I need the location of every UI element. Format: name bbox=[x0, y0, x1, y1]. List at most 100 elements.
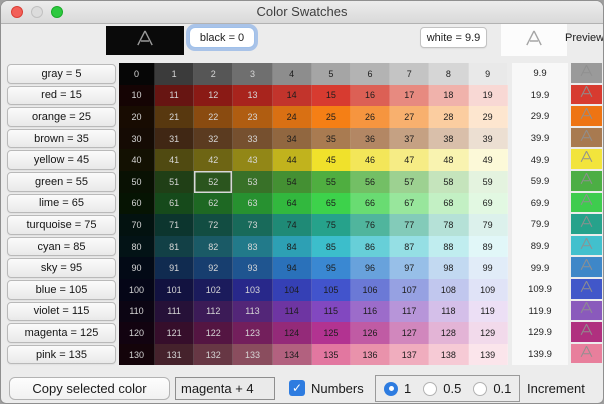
swatch-cell-35[interactable]: 35 bbox=[312, 128, 351, 150]
swatch-cell-139[interactable]: 139 bbox=[469, 344, 508, 366]
swatch-cell-75[interactable]: 75 bbox=[312, 214, 351, 236]
swatch-cell-108[interactable]: 108 bbox=[429, 279, 468, 301]
swatch-cell-134[interactable]: 134 bbox=[273, 344, 312, 366]
swatch-cell-114[interactable]: 114 bbox=[273, 301, 312, 323]
swatch-cell-73[interactable]: 73 bbox=[233, 214, 272, 236]
swatch-cell-70[interactable]: 70 bbox=[119, 214, 155, 236]
swatch-cell-67[interactable]: 67 bbox=[390, 193, 429, 215]
swatch-cell-122[interactable]: 122 bbox=[194, 322, 233, 344]
swatch-cell-85[interactable]: 85 bbox=[312, 236, 351, 258]
swatch-cell-68[interactable]: 68 bbox=[429, 193, 468, 215]
swatch-cell-38[interactable]: 38 bbox=[429, 128, 468, 150]
swatch-cell-131[interactable]: 131 bbox=[155, 344, 194, 366]
swatch-cell-81[interactable]: 81 bbox=[155, 236, 194, 258]
swatch-cell-31[interactable]: 31 bbox=[155, 128, 194, 150]
swatch-cell-36[interactable]: 36 bbox=[351, 128, 390, 150]
sidebar-item-yellow[interactable]: yellow = 45 bbox=[7, 150, 116, 170]
swatch-cell-4[interactable]: 4 bbox=[273, 63, 312, 85]
numbers-checkbox[interactable]: ✓ bbox=[289, 380, 305, 396]
swatch-cell-20[interactable]: 20 bbox=[119, 106, 155, 128]
swatch-cell-82[interactable]: 82 bbox=[194, 236, 233, 258]
swatch-cell-132[interactable]: 132 bbox=[194, 344, 233, 366]
swatch-cell-98[interactable]: 98 bbox=[429, 257, 468, 279]
sidebar-item-red[interactable]: red = 15 bbox=[7, 86, 116, 106]
swatch-cell-128[interactable]: 128 bbox=[429, 322, 468, 344]
swatch-cell-118[interactable]: 118 bbox=[429, 301, 468, 323]
swatch-cell-100[interactable]: 100 bbox=[119, 279, 155, 301]
swatch-cell-63[interactable]: 63 bbox=[233, 193, 272, 215]
swatch-cell-72[interactable]: 72 bbox=[194, 214, 233, 236]
swatch-cell-104[interactable]: 104 bbox=[273, 279, 312, 301]
swatch-cell-79[interactable]: 79 bbox=[469, 214, 508, 236]
swatch-cell-90[interactable]: 90 bbox=[119, 257, 155, 279]
swatch-cell-49[interactable]: 49 bbox=[469, 149, 508, 171]
swatch-cell-86[interactable]: 86 bbox=[351, 236, 390, 258]
swatch-cell-138[interactable]: 138 bbox=[429, 344, 468, 366]
swatch-cell-106[interactable]: 106 bbox=[351, 279, 390, 301]
swatch-cell-44[interactable]: 44 bbox=[273, 149, 312, 171]
swatch-cell-30[interactable]: 30 bbox=[119, 128, 155, 150]
swatch-cell-124[interactable]: 124 bbox=[273, 322, 312, 344]
selected-color-field[interactable]: magenta + 4 bbox=[175, 377, 275, 400]
swatch-cell-45[interactable]: 45 bbox=[312, 149, 351, 171]
swatch-cell-34[interactable]: 34 bbox=[273, 128, 312, 150]
swatch-cell-10[interactable]: 10 bbox=[119, 85, 155, 107]
swatch-cell-87[interactable]: 87 bbox=[390, 236, 429, 258]
swatch-cell-115[interactable]: 115 bbox=[312, 301, 351, 323]
swatch-cell-96[interactable]: 96 bbox=[351, 257, 390, 279]
swatch-cell-93[interactable]: 93 bbox=[233, 257, 272, 279]
sidebar-item-green[interactable]: green = 55 bbox=[7, 172, 116, 192]
swatch-cell-121[interactable]: 121 bbox=[155, 322, 194, 344]
swatch-cell-22[interactable]: 22 bbox=[194, 106, 233, 128]
swatch-cell-133[interactable]: 133 bbox=[233, 344, 272, 366]
swatch-cell-83[interactable]: 83 bbox=[233, 236, 272, 258]
swatch-cell-58[interactable]: 58 bbox=[429, 171, 468, 193]
swatch-cell-123[interactable]: 123 bbox=[233, 322, 272, 344]
swatch-cell-52[interactable]: 52 bbox=[194, 171, 233, 193]
swatch-cell-46[interactable]: 46 bbox=[351, 149, 390, 171]
swatch-cell-57[interactable]: 57 bbox=[390, 171, 429, 193]
sidebar-item-pink[interactable]: pink = 135 bbox=[7, 345, 116, 365]
swatch-cell-125[interactable]: 125 bbox=[312, 322, 351, 344]
white-value-button[interactable]: white = 9.9 bbox=[420, 27, 487, 48]
sidebar-item-violet[interactable]: violet = 115 bbox=[7, 302, 116, 322]
swatch-cell-29[interactable]: 29 bbox=[469, 106, 508, 128]
swatch-cell-16[interactable]: 16 bbox=[351, 85, 390, 107]
swatch-cell-66[interactable]: 66 bbox=[351, 193, 390, 215]
sidebar-item-magenta[interactable]: magenta = 125 bbox=[7, 323, 116, 343]
swatch-cell-78[interactable]: 78 bbox=[429, 214, 468, 236]
swatch-cell-109[interactable]: 109 bbox=[469, 279, 508, 301]
swatch-cell-32[interactable]: 32 bbox=[194, 128, 233, 150]
swatch-cell-76[interactable]: 76 bbox=[351, 214, 390, 236]
increment-radio-0.5[interactable] bbox=[423, 382, 437, 396]
swatch-cell-120[interactable]: 120 bbox=[119, 322, 155, 344]
swatch-cell-8[interactable]: 8 bbox=[429, 63, 468, 85]
swatch-cell-95[interactable]: 95 bbox=[312, 257, 351, 279]
swatch-cell-107[interactable]: 107 bbox=[390, 279, 429, 301]
swatch-cell-21[interactable]: 21 bbox=[155, 106, 194, 128]
swatch-cell-94[interactable]: 94 bbox=[273, 257, 312, 279]
swatch-cell-17[interactable]: 17 bbox=[390, 85, 429, 107]
swatch-cell-110[interactable]: 110 bbox=[119, 301, 155, 323]
swatch-cell-43[interactable]: 43 bbox=[233, 149, 272, 171]
swatch-cell-77[interactable]: 77 bbox=[390, 214, 429, 236]
sidebar-item-blue[interactable]: blue = 105 bbox=[7, 280, 116, 300]
swatch-cell-111[interactable]: 111 bbox=[155, 301, 194, 323]
swatch-cell-1[interactable]: 1 bbox=[155, 63, 194, 85]
swatch-cell-60[interactable]: 60 bbox=[119, 193, 155, 215]
swatch-cell-25[interactable]: 25 bbox=[312, 106, 351, 128]
sidebar-item-brown[interactable]: brown = 35 bbox=[7, 129, 116, 149]
sidebar-item-turquoise[interactable]: turquoise = 75 bbox=[7, 215, 116, 235]
swatch-cell-61[interactable]: 61 bbox=[155, 193, 194, 215]
swatch-cell-41[interactable]: 41 bbox=[155, 149, 194, 171]
swatch-cell-7[interactable]: 7 bbox=[390, 63, 429, 85]
swatch-cell-89[interactable]: 89 bbox=[469, 236, 508, 258]
swatch-cell-116[interactable]: 116 bbox=[351, 301, 390, 323]
swatch-cell-65[interactable]: 65 bbox=[312, 193, 351, 215]
swatch-cell-101[interactable]: 101 bbox=[155, 279, 194, 301]
swatch-cell-59[interactable]: 59 bbox=[469, 171, 508, 193]
swatch-cell-54[interactable]: 54 bbox=[273, 171, 312, 193]
swatch-cell-137[interactable]: 137 bbox=[390, 344, 429, 366]
swatch-cell-103[interactable]: 103 bbox=[233, 279, 272, 301]
increment-radio-label[interactable]: 0.5 bbox=[443, 381, 461, 396]
